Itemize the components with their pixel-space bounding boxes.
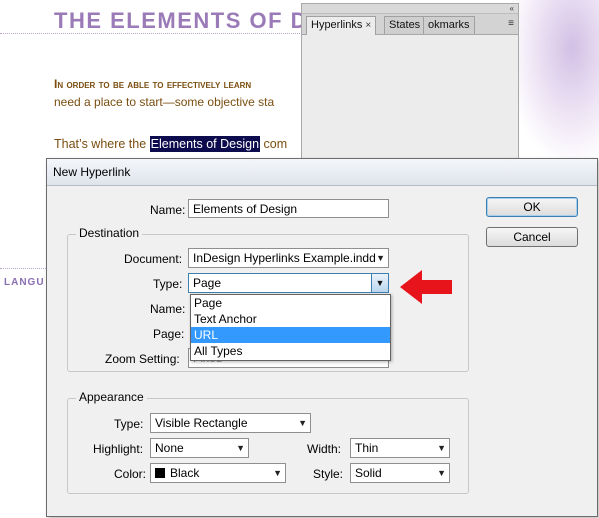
width-value: Thin — [355, 441, 379, 455]
type-option-page[interactable]: Page — [191, 295, 390, 311]
zoom-setting-label: Zoom Setting: — [105, 352, 180, 366]
chevron-down-icon: ▼ — [437, 443, 446, 453]
collapse-icon[interactable]: « — [510, 4, 514, 13]
ok-button[interactable]: OK — [486, 197, 578, 217]
chevron-down-icon[interactable]: ▼ — [371, 274, 388, 292]
document-label: Document: — [124, 252, 183, 266]
name-input[interactable]: Elements of Design — [188, 199, 389, 218]
panel-top-bar: « — [302, 4, 518, 14]
type-option-all-types[interactable]: All Types — [191, 343, 390, 359]
text-prefix: That’s where the — [54, 137, 150, 151]
appearance-group-title: Appearance — [76, 390, 147, 404]
chevron-down-icon: ▼ — [437, 468, 446, 478]
appearance-type-value: Visible Rectangle — [155, 416, 248, 430]
side-rule — [0, 268, 46, 269]
type-select[interactable]: Page ▼ — [188, 273, 389, 293]
panel-tab-bar: Hyperlinks × States okmarks ≡ — [302, 14, 518, 35]
tab-bookmarks[interactable]: okmarks — [423, 16, 475, 34]
type-option-text-anchor[interactable]: Text Anchor — [191, 311, 390, 327]
document-text-line: In order to be able to effectively learn — [54, 77, 252, 91]
selected-text[interactable]: Elements of Design — [149, 136, 261, 152]
page-label: Page: — [153, 327, 185, 341]
width-select[interactable]: Thin ▼ — [350, 438, 450, 458]
color-value: Black — [170, 466, 200, 480]
document-text-line: need a place to start—some objective sta — [54, 95, 275, 109]
dialog-title: New Hyperlink — [53, 165, 131, 179]
close-icon[interactable]: × — [365, 20, 371, 31]
document-text-line: That’s where the Elements of Design com — [54, 136, 288, 152]
width-label: Width: — [307, 442, 342, 456]
destination-name-label: Name: — [150, 302, 186, 316]
name-label: Name: — [150, 203, 186, 217]
chevron-down-icon: ▼ — [376, 253, 385, 263]
chevron-down-icon: ▼ — [236, 443, 245, 453]
type-select-value: Page — [193, 276, 222, 290]
panel-menu-icon[interactable]: ≡ — [508, 18, 514, 29]
style-select[interactable]: Solid ▼ — [350, 463, 450, 483]
type-dropdown-list: Page Text Anchor URL All Types — [190, 294, 391, 361]
highlight-select[interactable]: None ▼ — [150, 438, 249, 458]
chevron-down-icon: ▼ — [273, 468, 282, 478]
document-select-value: InDesign Hyperlinks Example.indd — [193, 251, 376, 265]
type-label: Type: — [153, 277, 183, 291]
appearance-type-label: Type: — [114, 417, 144, 431]
title-rule — [0, 33, 300, 34]
style-label: Style: — [313, 467, 344, 481]
cancel-button[interactable]: Cancel — [486, 227, 578, 247]
watercolor-decoration — [510, 0, 599, 160]
tab-hyperlinks[interactable]: Hyperlinks × — [306, 16, 377, 35]
dialog-titlebar: New Hyperlink — [47, 159, 597, 186]
destination-group-title: Destination — [76, 226, 143, 240]
red-arrow-icon — [400, 270, 452, 304]
document-select[interactable]: InDesign Hyperlinks Example.indd ▼ — [188, 248, 389, 268]
tab-label: Hyperlinks — [311, 19, 363, 31]
highlight-label: Highlight: — [93, 442, 144, 456]
color-swatch — [155, 468, 165, 478]
color-label: Color: — [114, 467, 147, 481]
chevron-down-icon: ▼ — [298, 418, 307, 428]
tab-label: okmarks — [428, 19, 470, 31]
hyperlinks-panel: « Hyperlinks × States okmarks ≡ — [301, 3, 519, 165]
type-option-url[interactable]: URL — [191, 327, 390, 343]
highlight-value: None — [155, 441, 184, 455]
tab-states[interactable]: States — [384, 16, 426, 34]
color-select[interactable]: Black ▼ — [150, 463, 286, 483]
style-value: Solid — [355, 466, 382, 480]
text-suffix: com — [260, 137, 288, 151]
side-heading: LANGU — [4, 277, 45, 288]
tab-label: States — [389, 19, 421, 31]
appearance-type-select[interactable]: Visible Rectangle ▼ — [150, 413, 311, 433]
